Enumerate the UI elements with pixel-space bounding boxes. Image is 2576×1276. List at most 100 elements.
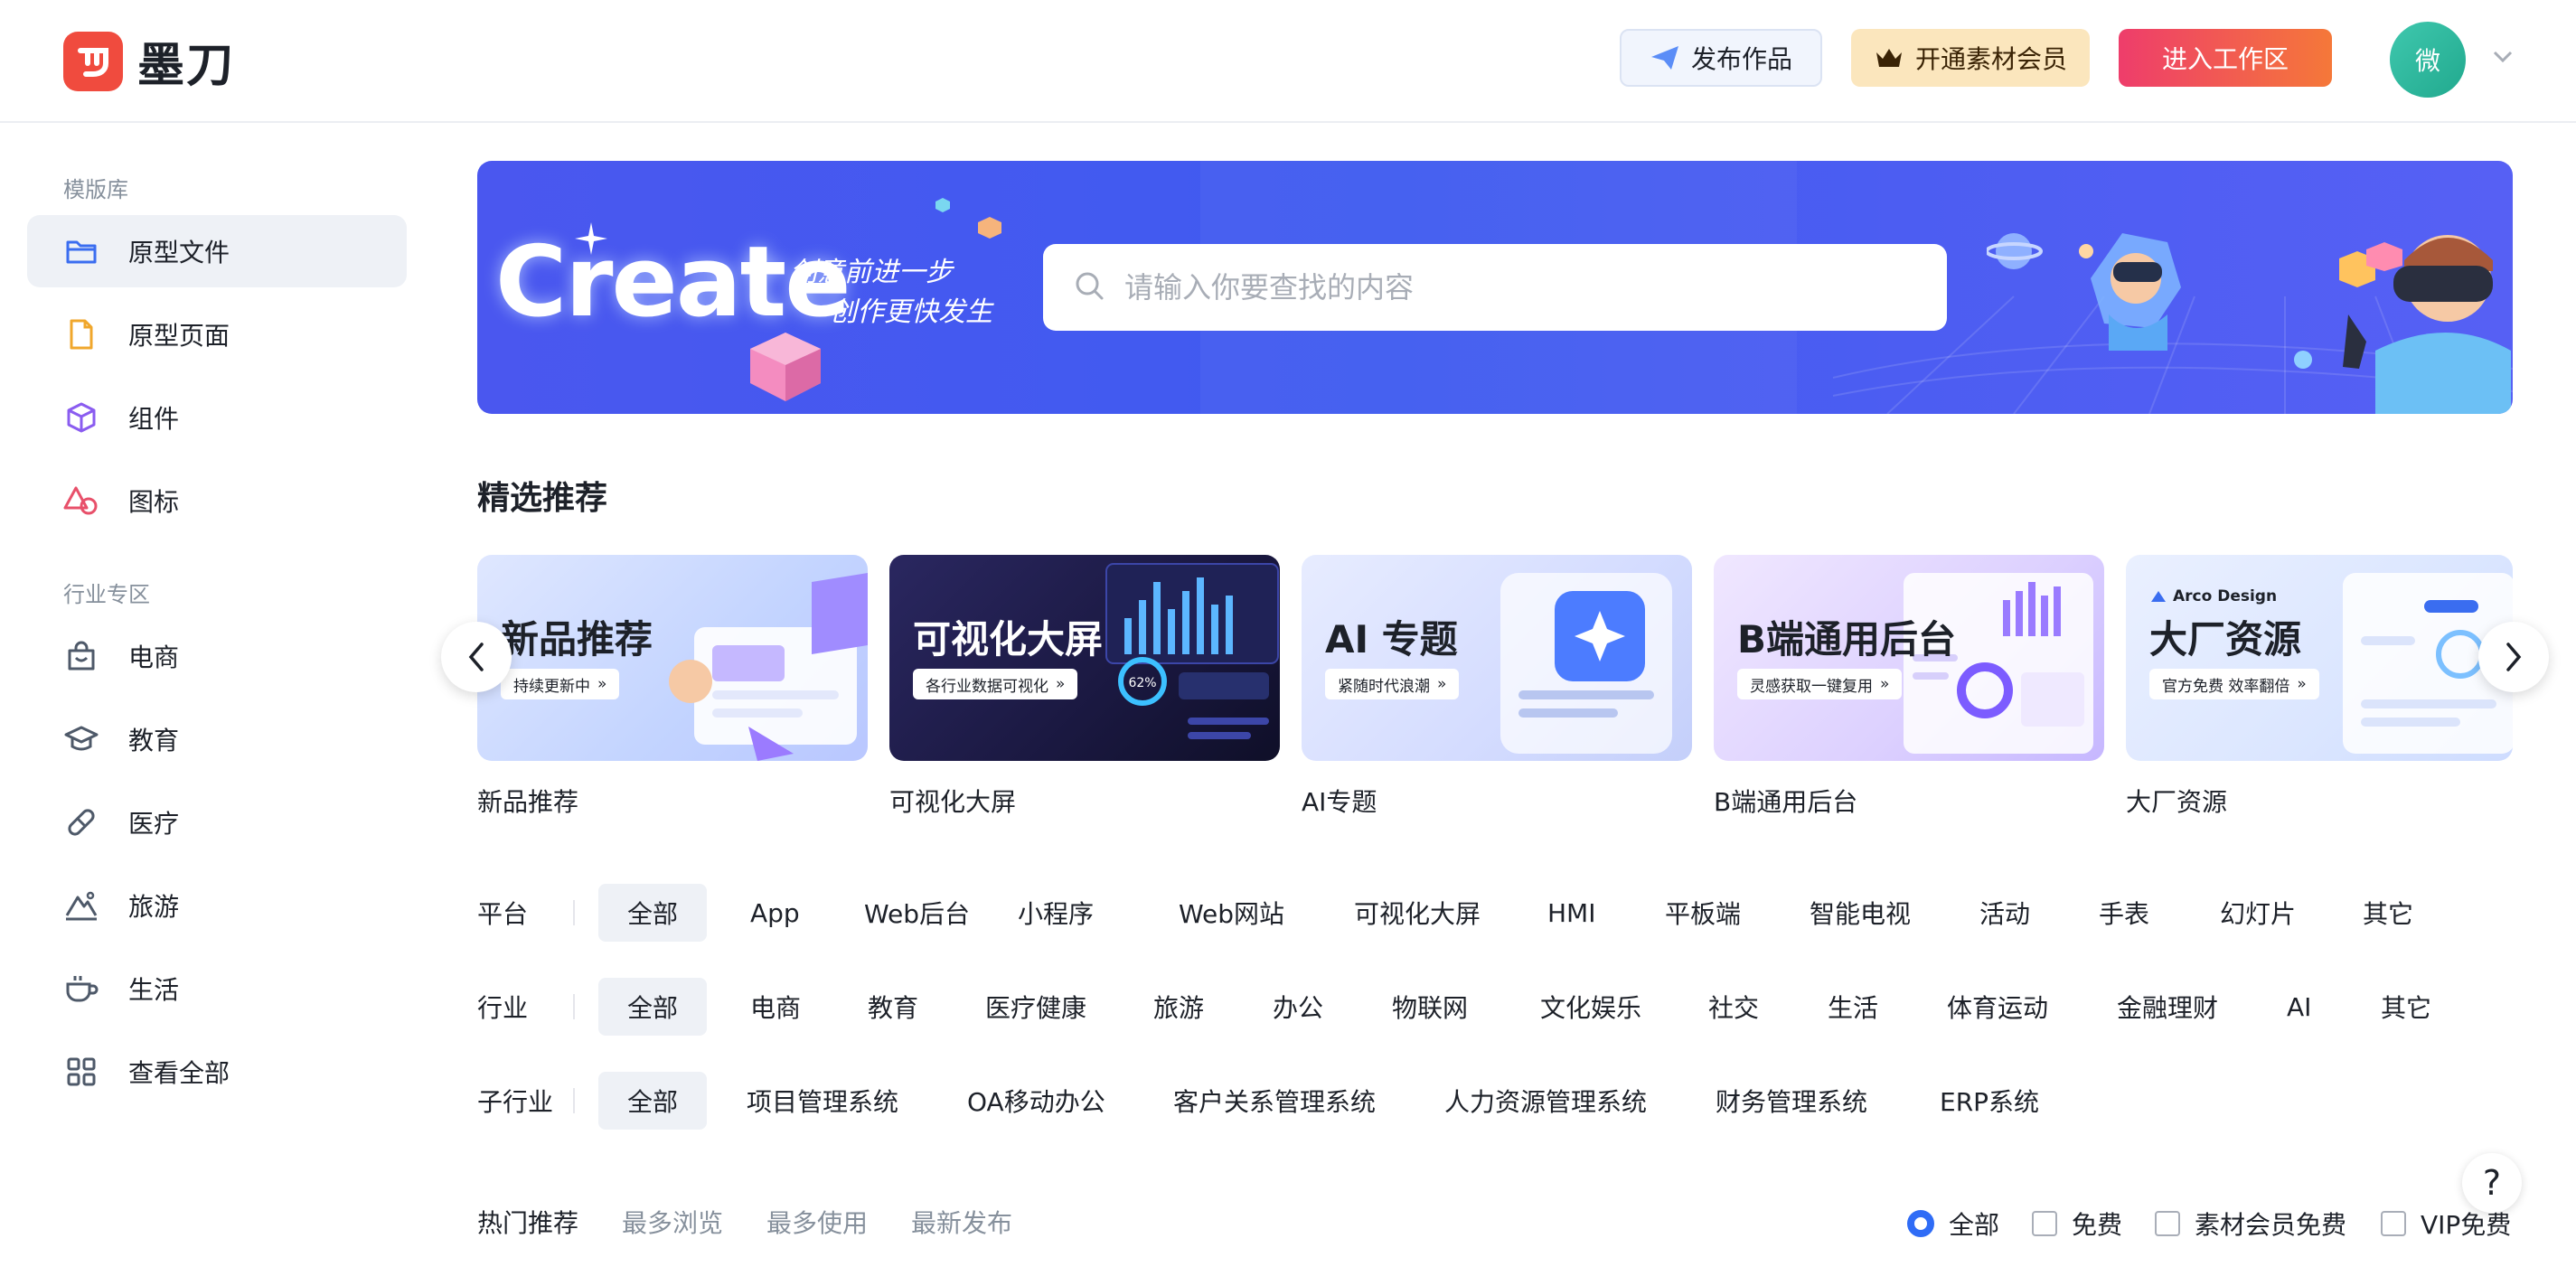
industry-chip[interactable]: 生活 [1799, 978, 1907, 1036]
sub-industry-chip[interactable]: 客户关系管理系统 [1144, 1072, 1405, 1130]
featured-card-dataviz[interactable]: 62% 可视化大屏 各行业数据可视化» [889, 555, 1280, 761]
sidebar-group-industry: 行业专区 [63, 582, 150, 607]
sub-industry-chip[interactable]: 财务管理系统 [1687, 1072, 1896, 1130]
card-tag: 各行业数据可视化» [913, 669, 1078, 699]
sort-tab-most-viewed[interactable]: 最多浏览 [622, 1204, 723, 1240]
industry-chip[interactable]: 体育运动 [1918, 978, 2077, 1036]
brand-logo[interactable]: 墨刀 [63, 27, 235, 95]
industry-chip-all[interactable]: 全部 [598, 978, 708, 1036]
checkbox[interactable] [2032, 1211, 2057, 1236]
featured-card-big-tech[interactable]: Arco Design 大厂资源 官方免费 效率翻倍» [2126, 555, 2513, 761]
shapes-icon [63, 483, 99, 519]
industry-chip[interactable]: AI [2258, 978, 2340, 1036]
pink-cube-decoration [750, 333, 821, 401]
featured-card-ai[interactable]: AI 专题 紧随时代浪潮» [1302, 555, 1692, 761]
price-filter-free[interactable]: 免费 [2032, 1206, 2122, 1242]
radio-selected[interactable] [1907, 1210, 1934, 1237]
search-icon [1074, 270, 1105, 305]
card-caption[interactable]: AI专题 [1302, 783, 1377, 819]
platform-chip[interactable]: 可视化大屏 [1325, 884, 1509, 942]
sort-tab-hot[interactable]: 热门推荐 [477, 1204, 578, 1240]
carousel-prev-button[interactable] [441, 622, 512, 692]
sidebar-item-view-all[interactable]: 查看全部 [27, 1036, 407, 1108]
platform-chip-all[interactable]: 全部 [598, 884, 708, 942]
top-header: 墨刀 发布作品 开通素材会员 进入工作区 微 [0, 0, 2576, 123]
sub-industry-chip-all[interactable]: 全部 [598, 1072, 708, 1130]
sidebar-item-label: 电商 [128, 643, 180, 672]
sub-industry-chip[interactable]: 项目管理系统 [718, 1072, 927, 1130]
platform-chip[interactable]: Web后台 [835, 884, 999, 942]
industry-chip[interactable]: 金融理财 [2088, 978, 2247, 1036]
checkbox[interactable] [2381, 1211, 2406, 1236]
arco-logo-icon [2151, 591, 2166, 602]
platform-chip[interactable]: HMI [1518, 884, 1624, 942]
industry-chip[interactable]: 办公 [1244, 978, 1352, 1036]
platform-chip[interactable]: Web网站 [1150, 884, 1313, 942]
carousel-next-button[interactable] [2478, 622, 2549, 692]
card-caption[interactable]: 大厂资源 [2126, 783, 2227, 819]
industry-chip[interactable]: 社交 [1679, 978, 1788, 1036]
double-arrow-icon: » [597, 675, 607, 693]
price-filter-all[interactable]: 全部 [1907, 1206, 1999, 1242]
sidebar-item-ecommerce[interactable]: 电商 [27, 620, 407, 692]
filter-divider [573, 900, 575, 925]
sort-tab-most-used[interactable]: 最多使用 [766, 1204, 868, 1240]
vip-label: 开通素材会员 [1914, 44, 2067, 74]
industry-chip[interactable]: 物联网 [1363, 978, 1497, 1036]
enter-workspace-button[interactable]: 进入工作区 [2119, 29, 2332, 87]
chevron-down-icon[interactable] [2491, 49, 2515, 69]
search-input[interactable] [1124, 270, 1920, 305]
hero-banner: Create 创意前进一步 创作更快发生 [477, 161, 2513, 414]
crown-icon [1874, 45, 1904, 70]
vip-button[interactable]: 开通素材会员 [1851, 29, 2090, 87]
sidebar-item-education[interactable]: 教育 [27, 703, 407, 775]
featured-card-new[interactable]: 新品推荐 持续更新中» [477, 555, 868, 761]
industry-chip[interactable]: 电商 [721, 978, 830, 1036]
sidebar-item-life[interactable]: 生活 [27, 952, 407, 1025]
sidebar-item-components[interactable]: 组件 [27, 381, 407, 454]
banner-slogan-line2: 创作更快发生 [830, 296, 992, 328]
sidebar-item-prototype-pages[interactable]: 原型页面 [27, 298, 407, 371]
sidebar-item-prototype-files[interactable]: 原型文件 [27, 215, 407, 287]
platform-chip[interactable]: 平板端 [1636, 884, 1770, 942]
folder-icon [63, 233, 99, 269]
search-box[interactable] [1043, 244, 1947, 331]
platform-chip[interactable]: App [721, 884, 829, 942]
sidebar-item-label: 旅游 [128, 892, 180, 922]
industry-chip[interactable]: 旅游 [1124, 978, 1233, 1036]
filter-label: 子行业 [477, 1087, 554, 1117]
banner-slogan-line1: 创意前进一步 [790, 257, 953, 288]
platform-chip[interactable]: 其它 [2334, 884, 2442, 942]
sub-industry-chip[interactable]: 人力资源管理系统 [1415, 1072, 1676, 1130]
sub-industry-chip[interactable]: ERP系统 [1911, 1072, 2068, 1130]
new-products-illustration [669, 573, 868, 761]
industry-chip[interactable]: 教育 [839, 978, 947, 1036]
card-caption[interactable]: B端通用后台 [1714, 783, 1857, 819]
card-caption[interactable]: 可视化大屏 [889, 783, 1016, 819]
industry-chip[interactable]: 医疗健康 [956, 978, 1115, 1036]
platform-chip[interactable]: 小程序 [989, 884, 1123, 942]
card-heading: 大厂资源 [2149, 617, 2302, 661]
industry-chip[interactable]: 其它 [2352, 978, 2460, 1036]
platform-chip[interactable]: 幻灯片 [2191, 884, 2325, 942]
sort-tab-newest[interactable]: 最新发布 [911, 1204, 1012, 1240]
sidebar-item-medical[interactable]: 医疗 [27, 786, 407, 858]
checkbox[interactable] [2155, 1211, 2180, 1236]
user-avatar[interactable]: 微 [2390, 22, 2466, 98]
graduation-cap-icon [63, 721, 99, 757]
platform-chip[interactable]: 活动 [1951, 884, 2059, 942]
platform-chip[interactable]: 手表 [2070, 884, 2178, 942]
publish-button[interactable]: 发布作品 [1620, 29, 1822, 87]
price-filter-member-free[interactable]: 素材会员免费 [2155, 1206, 2346, 1242]
sub-industry-chip[interactable]: OA移动办公 [938, 1072, 1134, 1130]
featured-card-admin[interactable]: B端通用后台 灵感获取一键复用» [1714, 555, 2104, 761]
help-button[interactable]: ? [2462, 1153, 2522, 1213]
chevron-left-icon [468, 643, 484, 671]
sidebar-item-travel[interactable]: 旅游 [27, 869, 407, 942]
platform-chip[interactable]: 智能电视 [1781, 884, 1940, 942]
sidebar-item-label: 生活 [128, 975, 180, 1005]
sidebar-item-icons[interactable]: 图标 [27, 464, 407, 537]
industry-chip[interactable]: 文化娱乐 [1511, 978, 1670, 1036]
card-caption[interactable]: 新品推荐 [477, 783, 578, 819]
sub-industry-filter-row: 子行业 全部 项目管理系统 OA移动办公 客户关系管理系统 人力资源管理系统 财… [477, 1072, 2039, 1130]
